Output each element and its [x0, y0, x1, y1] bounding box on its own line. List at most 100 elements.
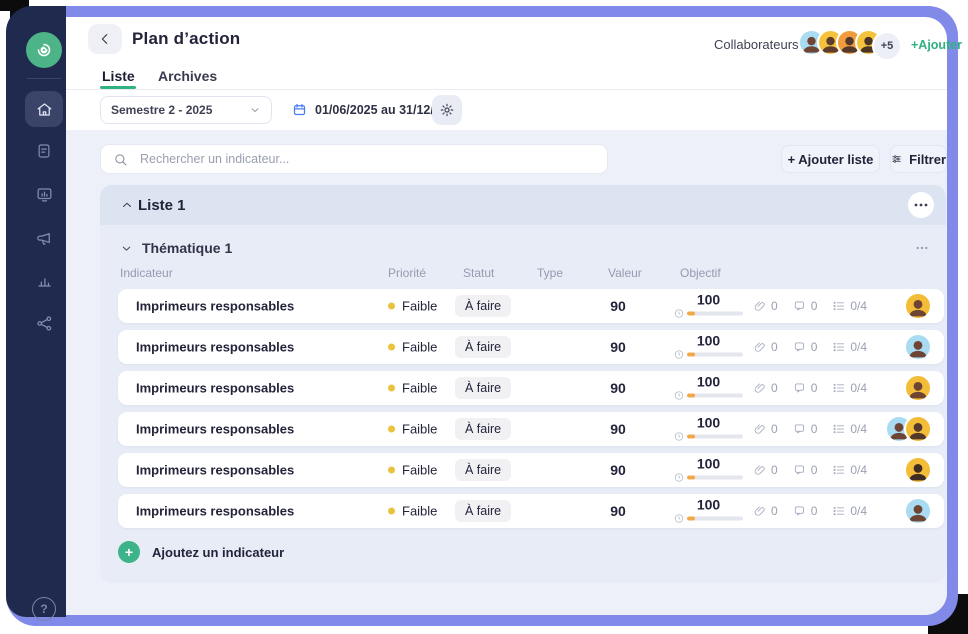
add-indicator-button[interactable]: + Ajoutez un indicateur [118, 541, 284, 563]
app-logo-icon [26, 32, 62, 68]
collaborators-overflow-badge[interactable]: +5 [872, 31, 902, 61]
indicator-name[interactable]: Imprimeurs responsables [136, 422, 294, 437]
row-avatars[interactable] [904, 497, 932, 525]
sliders-icon [891, 152, 902, 166]
tabs-divider [66, 89, 947, 90]
attachments-counter[interactable]: 0 [753, 381, 778, 395]
status-chip[interactable]: À faire [455, 418, 511, 440]
status-chip[interactable]: À faire [455, 500, 511, 522]
chevron-down-icon[interactable] [120, 242, 133, 255]
search-input-container [100, 144, 608, 174]
row-avatars[interactable] [904, 292, 932, 320]
indicator-name[interactable]: Imprimeurs responsables [136, 299, 294, 314]
paperclip-icon [753, 504, 767, 518]
status-chip[interactable]: À faire [455, 459, 511, 481]
plus-icon: + [118, 541, 140, 563]
filter-button[interactable]: Filtrer [890, 145, 947, 173]
priority-cell: Faible [388, 299, 437, 314]
attachments-count: 0 [771, 340, 778, 354]
indicator-row[interactable]: Imprimeurs responsables Faible À faire 9… [118, 412, 944, 446]
theme-header[interactable]: Thématique 1 [100, 225, 946, 261]
comments-count: 0 [811, 463, 818, 477]
attachments-counter[interactable]: 0 [753, 340, 778, 354]
checklist-counter[interactable]: 0/4 [832, 299, 867, 313]
indicator-row[interactable]: Imprimeurs responsables Faible À faire 9… [118, 494, 944, 528]
tab-archives[interactable]: Archives [158, 68, 217, 84]
list-header[interactable]: Liste 1 [100, 185, 946, 225]
back-button[interactable] [88, 24, 122, 54]
priority-cell: Faible [388, 381, 437, 396]
comments-counter[interactable]: 0 [793, 299, 818, 313]
clock-icon [674, 514, 684, 524]
clock-icon [674, 309, 684, 319]
chevron-up-icon[interactable] [120, 198, 134, 212]
checklist-counter[interactable]: 0/4 [832, 381, 867, 395]
comments-counter[interactable]: 0 [793, 381, 818, 395]
checklist-counter[interactable]: 0/4 [832, 463, 867, 477]
page-title: Plan d’action [132, 29, 240, 49]
row-avatars[interactable] [885, 415, 932, 443]
priority-dot [388, 303, 395, 310]
avatar [904, 456, 932, 484]
indicator-row[interactable]: Imprimeurs responsables Faible À faire 9… [118, 453, 944, 487]
comments-counter[interactable]: 0 [793, 340, 818, 354]
list-menu-button[interactable] [908, 192, 934, 218]
objectif-progress-fill [687, 476, 695, 480]
indicator-name[interactable]: Imprimeurs responsables [136, 504, 294, 519]
col-valeur: Valeur [608, 266, 642, 280]
settings-button[interactable] [432, 95, 462, 125]
tab-liste[interactable]: Liste [102, 68, 135, 84]
sidebar-item-announcements[interactable] [25, 220, 63, 256]
col-objectif: Objectif [680, 266, 721, 280]
indicator-row[interactable]: Imprimeurs responsables Faible À faire 9… [118, 289, 944, 323]
attachments-counter[interactable]: 0 [753, 504, 778, 518]
col-priorite: Priorité [388, 266, 426, 280]
help-icon[interactable]: ? [32, 597, 56, 621]
row-meta: 0 0 0/4 [753, 504, 867, 518]
list-section: Liste 1 Thématique 1 Indicateur Priorité… [100, 185, 946, 583]
sidebar-item-dashboard[interactable] [25, 176, 63, 212]
row-avatars[interactable] [904, 333, 932, 361]
theme-menu-button[interactable] [916, 239, 928, 253]
status-chip[interactable]: À faire [455, 377, 511, 399]
attachments-counter[interactable]: 0 [753, 299, 778, 313]
checklist-count: 0/4 [850, 463, 867, 477]
comments-counter[interactable]: 0 [793, 422, 818, 436]
objectif-value: 100 [697, 417, 720, 430]
checklist-counter[interactable]: 0/4 [832, 504, 867, 518]
indicator-name[interactable]: Imprimeurs responsables [136, 463, 294, 478]
priority-label: Faible [402, 299, 437, 314]
indicator-row[interactable]: Imprimeurs responsables Faible À faire 9… [118, 330, 944, 364]
attachments-count: 0 [771, 299, 778, 313]
sidebar-item-documents[interactable] [25, 133, 63, 169]
objectif-value: 100 [697, 335, 720, 348]
row-meta: 0 0 0/4 [753, 340, 867, 354]
checklist-counter[interactable]: 0/4 [832, 422, 867, 436]
objectif-progress-track [687, 353, 743, 357]
period-select[interactable]: Semestre 2 - 2025 [100, 96, 272, 124]
paperclip-icon [753, 340, 767, 354]
checklist-counter[interactable]: 0/4 [832, 340, 867, 354]
attachments-counter[interactable]: 0 [753, 422, 778, 436]
sidebar-item-network[interactable] [25, 305, 63, 341]
screenshot-stage: ? Plan d’action Collaborateurs +5 +Ajout… [0, 0, 968, 634]
objectif-value: 100 [697, 499, 720, 512]
status-chip[interactable]: À faire [455, 336, 511, 358]
indicator-row[interactable]: Imprimeurs responsables Faible À faire 9… [118, 371, 944, 405]
add-collaborator-button[interactable]: +Ajouter [911, 38, 962, 52]
collaborator-avatars[interactable] [798, 29, 882, 56]
sidebar-item-home[interactable] [25, 91, 63, 127]
status-chip[interactable]: À faire [455, 295, 511, 317]
indicator-name[interactable]: Imprimeurs responsables [136, 381, 294, 396]
add-list-button[interactable]: + Ajouter liste [781, 145, 880, 173]
sidebar-item-analytics[interactable] [25, 262, 63, 298]
comments-counter[interactable]: 0 [793, 463, 818, 477]
comments-counter[interactable]: 0 [793, 504, 818, 518]
priority-dot [388, 467, 395, 474]
indicator-name[interactable]: Imprimeurs responsables [136, 340, 294, 355]
row-avatars[interactable] [904, 374, 932, 402]
search-input[interactable] [138, 151, 595, 167]
attachments-counter[interactable]: 0 [753, 463, 778, 477]
row-avatars[interactable] [904, 456, 932, 484]
comments-count: 0 [811, 381, 818, 395]
